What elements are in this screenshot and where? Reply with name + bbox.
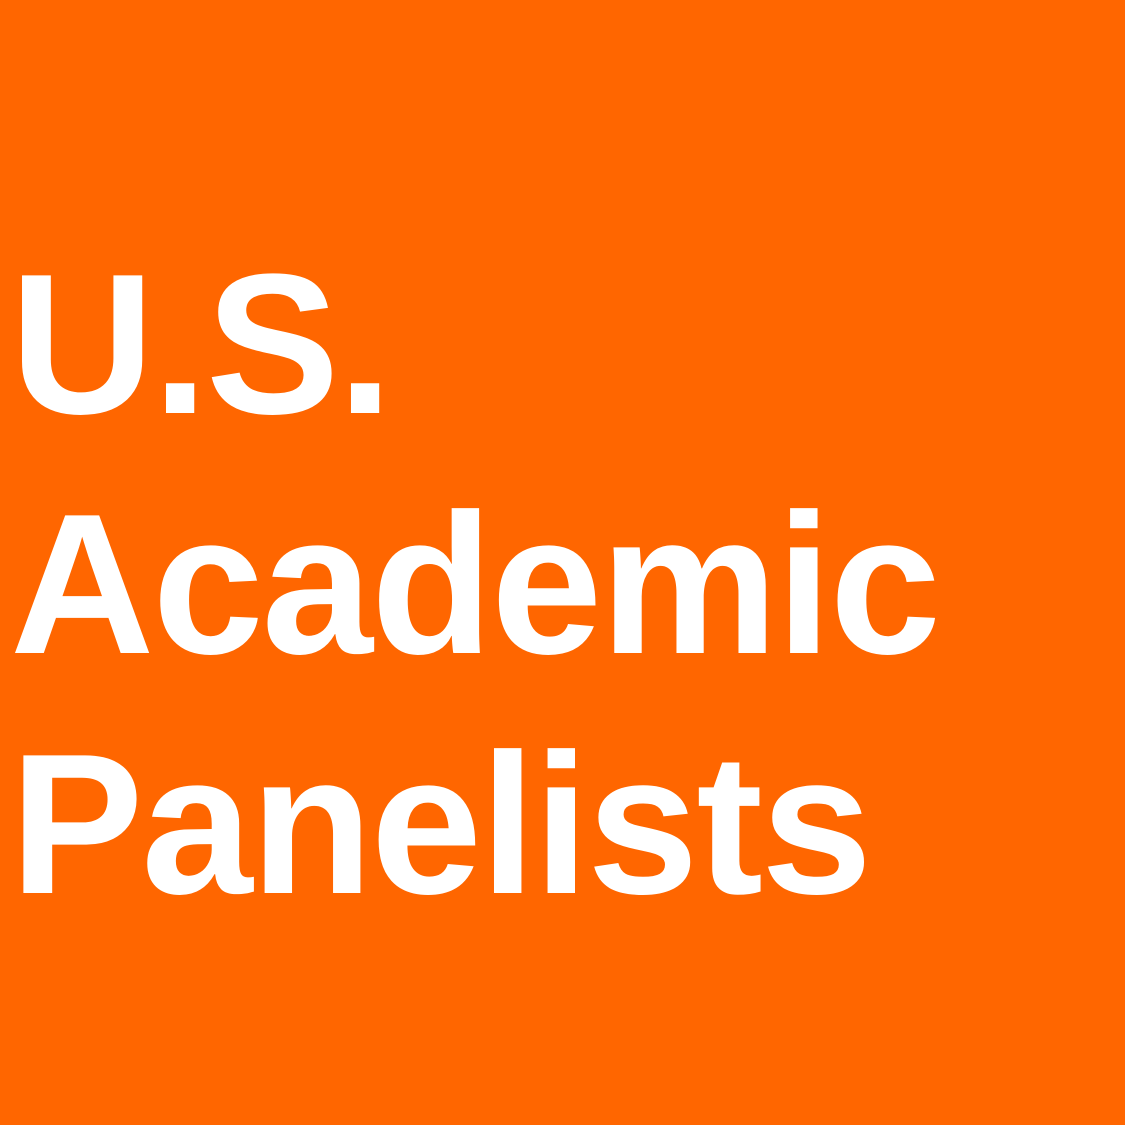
tile-background: { "tile": { "background_color": "#FF6600… <box>0 0 1125 1125</box>
title-line-2: Academic <box>10 473 941 696</box>
title-line-3: Panelists <box>10 713 872 936</box>
tile-title: U.S. Academic Panelists <box>10 225 941 945</box>
title-line-1: U.S. <box>10 233 393 456</box>
